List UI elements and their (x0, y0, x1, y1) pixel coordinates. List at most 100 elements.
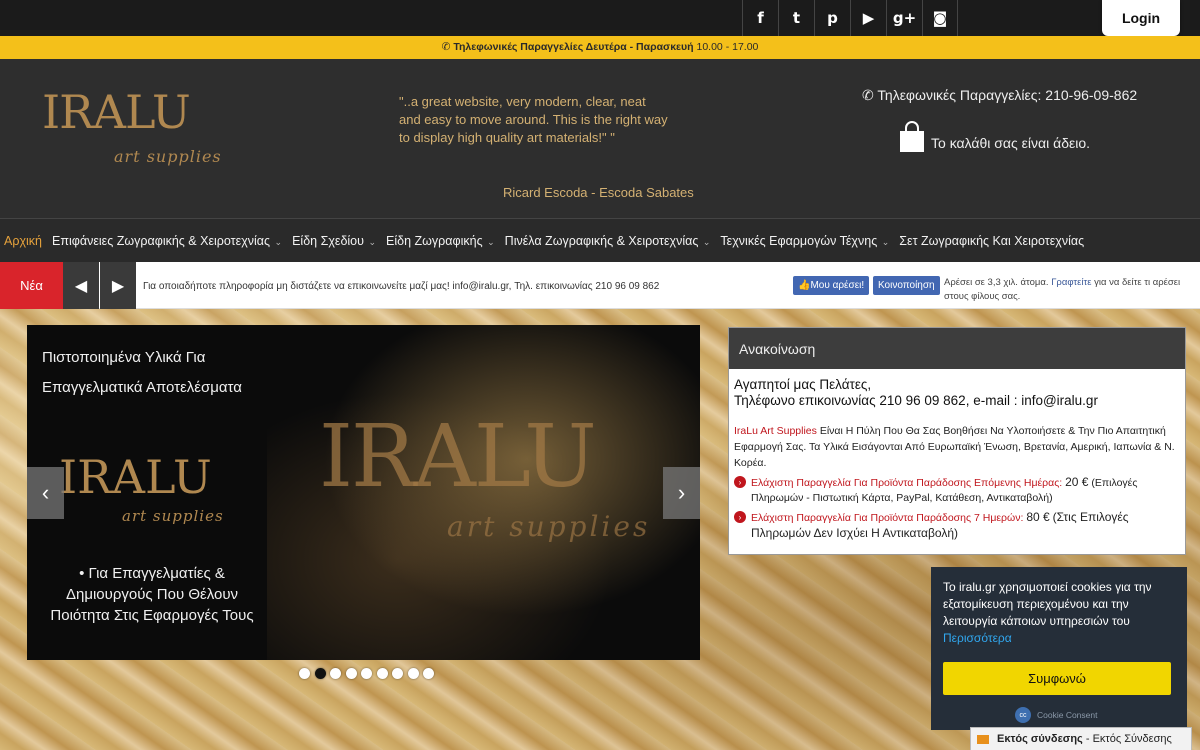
twitter-icon[interactable]: t (778, 0, 814, 36)
announcement-contact: Τηλέφωνο επικοινωνίας 210 96 09 862, e-m… (734, 393, 1098, 408)
nav-item-label: Τεχνικές Εφαρμογών Τέχνης (720, 233, 878, 248)
nav-item-techniques[interactable]: Τεχνικές Εφαρμογών Τέχνης ⌄ (720, 234, 889, 248)
announcement-panel: Ανακοίνωση Αγαπητοί μας Πελάτες, Τηλέφων… (728, 327, 1186, 555)
cookie-more-link[interactable]: Περισσότερα (943, 631, 1012, 645)
announcement-item-value: 80 € (1026, 510, 1050, 524)
slider-dot[interactable] (423, 668, 434, 679)
slider-pagination (299, 668, 439, 679)
nav-item-painting[interactable]: Είδη Ζωγραφικής ⌄ (386, 234, 495, 248)
cookie-message: Το iralu.gr χρησιμοποιεί cookies για την… (943, 580, 1152, 628)
nav-item-sets[interactable]: Σετ Ζωγραφικής Και Χειροτεχνίας (899, 234, 1084, 248)
nav-item-label: Επιφάνειες Ζωγραφικής & Χειροτεχνίας (52, 233, 271, 248)
nav-item-label: Σετ Ζωγραφικής Και Χειροτεχνίας (899, 233, 1085, 248)
nav-item-brushes[interactable]: Πινέλα Ζωγραφικής & Χειροτεχνίας ⌄ (505, 234, 711, 248)
cookie-consent-brand[interactable]: cc Cookie Consent (1015, 707, 1097, 723)
slide-bg-logo: IRALU (319, 407, 597, 507)
testimonial-author: Ricard Escoda - Escoda Sabates (503, 185, 694, 200)
nav-item-label: Είδη Ζωγραφικής (386, 233, 483, 248)
chevron-down-icon: ⌄ (365, 236, 377, 247)
thumbs-up-icon: 👍 (798, 280, 811, 291)
announcement-greeting: Αγαπητοί μας Πελάτες, (734, 377, 872, 392)
fb-share-button[interactable]: Κοινοποίηση (873, 276, 940, 295)
fb-like-button[interactable]: 👍 Μου αρέσει! (793, 276, 870, 295)
chevron-down-icon: ⌄ (700, 236, 711, 247)
cart-status[interactable]: Το καλάθι σας είναι άδειο. (931, 135, 1090, 151)
slider-dot-active[interactable] (314, 668, 326, 679)
pinterest-icon[interactable]: p (814, 0, 850, 36)
announcement-item-value: 20 € (1065, 475, 1089, 489)
nav-item-label: Είδη Σχεδίου (292, 233, 364, 248)
hero-slider[interactable]: IRALU art supplies Πιστοποιημένα Υλικά Γ… (27, 325, 700, 660)
chat-widget[interactable]: Εκτός σύνδεσης - Εκτός Σύνδεσης (970, 727, 1192, 750)
cookie-brand-label: Cookie Consent (1037, 710, 1098, 720)
instagram-icon[interactable]: ◙ (922, 0, 958, 36)
arrow-right-icon: ▶ (111, 277, 125, 295)
slider-dot[interactable] (376, 668, 388, 679)
cookie-accept-button[interactable]: Συμφωνώ (943, 662, 1171, 695)
hours-value: 10.00 - 17.00 (696, 41, 759, 53)
header-phone-text: Τηλεφωνικές Παραγγελίες: 210-96-09-862 (877, 87, 1138, 103)
ticker-prev-button[interactable]: ◀ (63, 262, 99, 309)
slider-next-button[interactable]: › (663, 467, 700, 519)
ticker-text[interactable]: Για οποιαδήποτε πληροφορία μη διστάζετε … (143, 281, 659, 292)
fb-like-label: Μου αρέσει! (810, 280, 865, 291)
phone-icon: ✆ (862, 87, 874, 103)
google-plus-icon[interactable]: g+ (886, 0, 922, 36)
fb-social-text: Αρέσει σε 3,3 χιλ. άτομα. Γραφτείτε για … (944, 276, 1198, 304)
slide-bg-logo-sub: art supplies (447, 510, 651, 543)
main-nav: Αρχική Επιφάνειες Ζωγραφικής & Χειροτεχν… (0, 218, 1200, 262)
login-button[interactable]: Login (1102, 0, 1180, 36)
cookie-consent-logo-icon: cc (1015, 707, 1031, 723)
chevron-left-icon: ‹ (41, 480, 50, 505)
slider-dot[interactable] (392, 668, 403, 679)
mail-icon (977, 734, 989, 744)
news-label: Νέα (0, 262, 63, 309)
nav-item-surfaces[interactable]: Επιφάνειες Ζωγραφικής & Χειροτεχνίας ⌄ (52, 234, 282, 248)
slider-dot[interactable] (299, 668, 310, 679)
fb-likes-count: Αρέσει σε 3,3 χιλ. άτομα. (944, 277, 1049, 288)
announcement-brand: IraLu Art Supplies (734, 425, 817, 437)
site-logo[interactable]: IRALU art supplies (42, 87, 242, 187)
slider-dot[interactable] (330, 668, 341, 679)
slider-dot[interactable] (407, 668, 419, 679)
chevron-down-icon: ⌄ (272, 236, 283, 247)
ticker-next-button[interactable]: ▶ (100, 262, 136, 309)
cookie-banner: Το iralu.gr χρησιμοποιεί cookies για την… (931, 567, 1187, 730)
hours-label: Τηλεφωνικές Παραγγελίες Δευτέρα - Παρασκ… (453, 41, 694, 53)
chevron-down-icon: ⌄ (879, 236, 890, 247)
nav-item-label: Αρχική (4, 233, 42, 248)
logo-sub-text: art supplies (114, 147, 222, 166)
announcement-item: › Ελάχιστη Παραγγελία Για Προϊόντα Παράδ… (734, 510, 1175, 542)
phone-icon: ✆ (441, 41, 454, 53)
shopping-bag-icon[interactable] (899, 121, 925, 153)
facebook-icon[interactable]: f (742, 0, 778, 36)
nav-item-drawing[interactable]: Είδη Σχεδίου ⌄ (292, 234, 376, 248)
nav-item-home[interactable]: Αρχική (4, 234, 42, 248)
site-header: IRALU art supplies "..a great website, v… (0, 59, 1200, 218)
testimonial-quote: "..a great website, very modern, clear, … (399, 94, 668, 145)
announcement-item-label: Ελάχιστη Παραγγελία Για Προϊόντα Παράδοσ… (751, 512, 1024, 524)
announcement-item-label: Ελάχιστη Παραγγελία Για Προϊόντα Παράδοσ… (751, 477, 1063, 489)
announcement-item: › Ελάχιστη Παραγγελία Για Προϊόντα Παράδ… (734, 475, 1175, 506)
slider-dot[interactable] (345, 668, 357, 679)
announcement-body: Αγαπητοί μας Πελάτες, Τηλέφωνο επικοινων… (729, 369, 1185, 542)
slide-logo-sub: art supplies (122, 507, 224, 525)
slider-prev-button[interactable]: ‹ (27, 467, 64, 519)
announcement-heading: Ανακοίνωση (729, 328, 1185, 369)
slide-logo: IRALU (59, 450, 212, 504)
arrow-left-icon: ◀ (74, 277, 88, 295)
social-links: f t p ▶ g+ ◙ (742, 0, 958, 36)
chevron-right-icon: › (677, 480, 686, 505)
cookie-text: Το iralu.gr χρησιμοποιεί cookies για την… (943, 579, 1183, 647)
header-phone: ✆ Τηλεφωνικές Παραγγελίες: 210-96-09-862 (862, 87, 1137, 104)
slider-dot[interactable] (361, 668, 372, 679)
arrow-circle-icon: › (734, 511, 746, 523)
chat-status: Εκτός σύνδεσης (997, 733, 1083, 745)
logo-main-text: IRALU (42, 85, 191, 139)
slide-bullet-text: • Για Επαγγελματίες & Δημιουργούς Που Θέ… (50, 565, 254, 624)
hours-bar: ✆ Τηλεφωνικές Παραγγελίες Δευτέρα - Παρα… (0, 36, 1200, 59)
chevron-down-icon: ⌄ (484, 236, 495, 247)
fb-signup-link[interactable]: Γραφτείτε (1051, 277, 1091, 288)
chat-status-detail: - Εκτός Σύνδεσης (1085, 733, 1172, 745)
youtube-icon[interactable]: ▶ (850, 0, 886, 36)
